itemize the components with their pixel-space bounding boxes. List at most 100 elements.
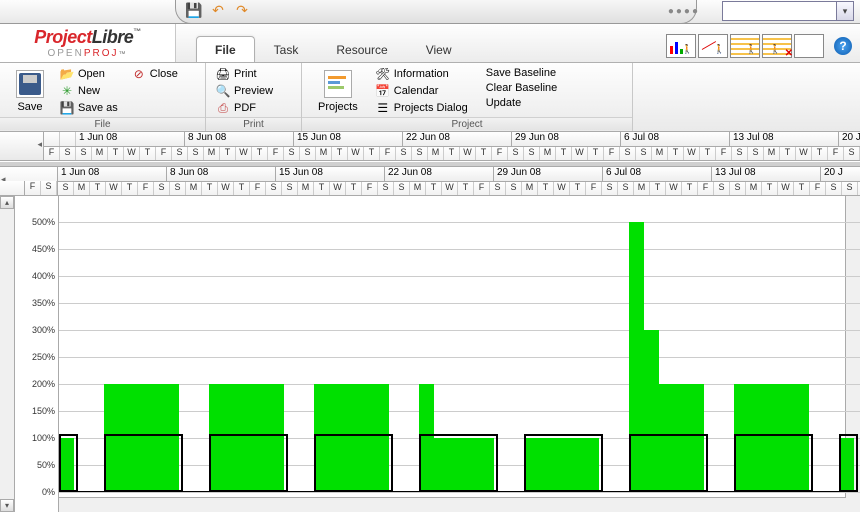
timeline-week-cell: 22 Jun 08 [403, 132, 512, 146]
open-button[interactable]: 📂Open [58, 66, 120, 82]
timeline-day-cell: T [780, 147, 796, 160]
timeline-header-bottom: ◂ F S 1 Jun 088 Jun 0815 Jun 0822 Jun 08… [0, 167, 860, 196]
threshold-box [734, 434, 813, 492]
timeline-day-cell: W [572, 147, 588, 160]
logo-text: ProjectLibre™ [34, 27, 141, 48]
timeline-day-cell: T [682, 182, 698, 195]
timeline-week-cell: 8 Jun 08 [185, 132, 294, 146]
group-label-file: File [0, 117, 205, 130]
timeline-day-cell: S [266, 182, 282, 195]
timeline-day-cell: M [410, 182, 426, 195]
undo-button[interactable]: ↶ [210, 2, 226, 18]
search-combo[interactable]: ▾ [722, 1, 854, 21]
usage-detail-view-icon[interactable]: 🚶 [762, 34, 792, 58]
timeline-week-cell: 1 Jun 08 [76, 132, 185, 146]
timeline-day-cell: F [810, 182, 826, 195]
new-button[interactable]: ✳New [58, 83, 120, 99]
timeline-day-cell: F [25, 181, 41, 195]
timeline-day-cell: F [250, 182, 266, 195]
tab-file[interactable]: File [196, 36, 255, 62]
tab-task[interactable]: Task [255, 36, 318, 62]
saveas-button[interactable]: 💾Save as [58, 100, 120, 116]
magnifier-icon: 🔍 [216, 84, 230, 98]
timeline-day-cell: S [378, 182, 394, 195]
new-doc-icon: ✳ [60, 84, 74, 98]
scroll-left-icon[interactable]: ◂ [37, 139, 42, 150]
timeline-day-cell: W [460, 147, 476, 160]
y-tick-label: 0% [42, 487, 55, 497]
timeline-week-cell: 22 Jun 08 [385, 167, 494, 181]
timeline-day-cell: F [604, 147, 620, 160]
logo-subtext: OPENPROJ™ [47, 48, 127, 59]
timeline-day-cell: S [826, 182, 842, 195]
timeline-day-cell [0, 181, 25, 195]
timeline-day-cell: T [90, 182, 106, 195]
tab-resource[interactable]: Resource [317, 36, 406, 62]
help-button[interactable]: ? [834, 37, 852, 55]
redo-button[interactable]: ↷ [234, 2, 250, 18]
print-button[interactable]: 🖨Print [214, 66, 275, 82]
quicksave-button[interactable]: 💾 [186, 2, 202, 18]
close-button[interactable]: ⊘Close [130, 66, 180, 82]
scroll-down-icon[interactable]: ▾ [0, 499, 14, 512]
timeline-corner-bottom: ◂ F S [0, 167, 58, 195]
y-tick-label: 300% [32, 325, 55, 335]
projects-button[interactable]: Projects [310, 66, 366, 116]
gridline [59, 357, 860, 358]
scroll-up-icon[interactable]: ▴ [0, 196, 14, 209]
timeline-day-cell: S [524, 147, 540, 160]
timeline-scale-top[interactable]: 1 Jun 088 Jun 0815 Jun 0822 Jun 0829 Jun… [44, 132, 860, 160]
horizontal-scrollbar[interactable] [59, 497, 860, 512]
y-tick-label: 200% [32, 379, 55, 389]
saveas-icon: 💾 [60, 101, 74, 115]
timeline-day-cell: T [570, 182, 586, 195]
timeline-day-cell: S [636, 147, 652, 160]
timeline-day-cell: M [92, 147, 108, 160]
timeline-day-cell: S [844, 147, 860, 160]
timeline-day-cell: W [684, 147, 700, 160]
calendar-button[interactable]: 📅Calendar [374, 83, 470, 99]
wrench-icon: 🛠 [376, 67, 390, 81]
timeline-day-cell: T [812, 147, 828, 160]
timeline-day-cell: T [364, 147, 380, 160]
left-scrollbar[interactable]: ▴ ▾ [0, 196, 15, 512]
timeline-day-cell: S [842, 182, 858, 195]
save-label: Save [17, 101, 42, 113]
timeline-day-cell: F [44, 147, 60, 160]
timeline-scale-bottom[interactable]: 1 Jun 088 Jun 0815 Jun 0822 Jun 0829 Jun… [58, 167, 860, 195]
y-tick-label: 500% [32, 217, 55, 227]
timeline-day-cell: T [556, 147, 572, 160]
information-button[interactable]: 🛠Information [374, 66, 470, 82]
timeline-week-cell: 8 Jun 08 [167, 167, 276, 181]
chevron-down-icon[interactable]: ▾ [836, 2, 853, 20]
timeline-day-cell: F [156, 147, 172, 160]
timeline-day-cell: W [330, 182, 346, 195]
timeline-week-cell: 1 Jun 08 [58, 167, 167, 181]
usage-view-icon[interactable]: 🚶 [730, 34, 760, 58]
ribbon-group-file: Save 📂Open ✳New 💾Save as ⊘Close File [0, 63, 206, 131]
histogram-view-icon[interactable]: 🚶 [666, 34, 696, 58]
save-button[interactable]: Save [8, 66, 52, 116]
grip-dots-icon: ●●●● [668, 6, 700, 17]
timeline-day-cell: S [412, 147, 428, 160]
timeline-day-cell: S [490, 182, 506, 195]
pdf-button[interactable]: ⎙PDF [214, 100, 275, 116]
y-tick-label: 450% [32, 244, 55, 254]
timeline-day-cell: S [748, 147, 764, 160]
timeline-day-cell: F [698, 182, 714, 195]
preview-button[interactable]: 🔍Preview [214, 83, 275, 99]
update-button[interactable]: Update [484, 96, 560, 110]
group-label-project: Project [302, 117, 632, 130]
save-baseline-button[interactable]: Save Baseline [484, 66, 560, 80]
plot-area[interactable] [59, 196, 860, 512]
clear-baseline-button[interactable]: Clear Baseline [484, 81, 560, 95]
timeline-day-cell: T [476, 147, 492, 160]
no-subwindow-icon[interactable] [794, 34, 824, 58]
projects-dialog-button[interactable]: ☰Projects Dialog [374, 100, 470, 116]
tab-view[interactable]: View [407, 36, 471, 62]
chart-view-icon[interactable]: 🚶 [698, 34, 728, 58]
projects-icon [324, 70, 352, 98]
ribbon-group-project: Projects 🛠Information 📅Calendar ☰Project… [302, 63, 633, 131]
timeline-day-cell: W [106, 182, 122, 195]
timeline-day-cell: W [796, 147, 812, 160]
